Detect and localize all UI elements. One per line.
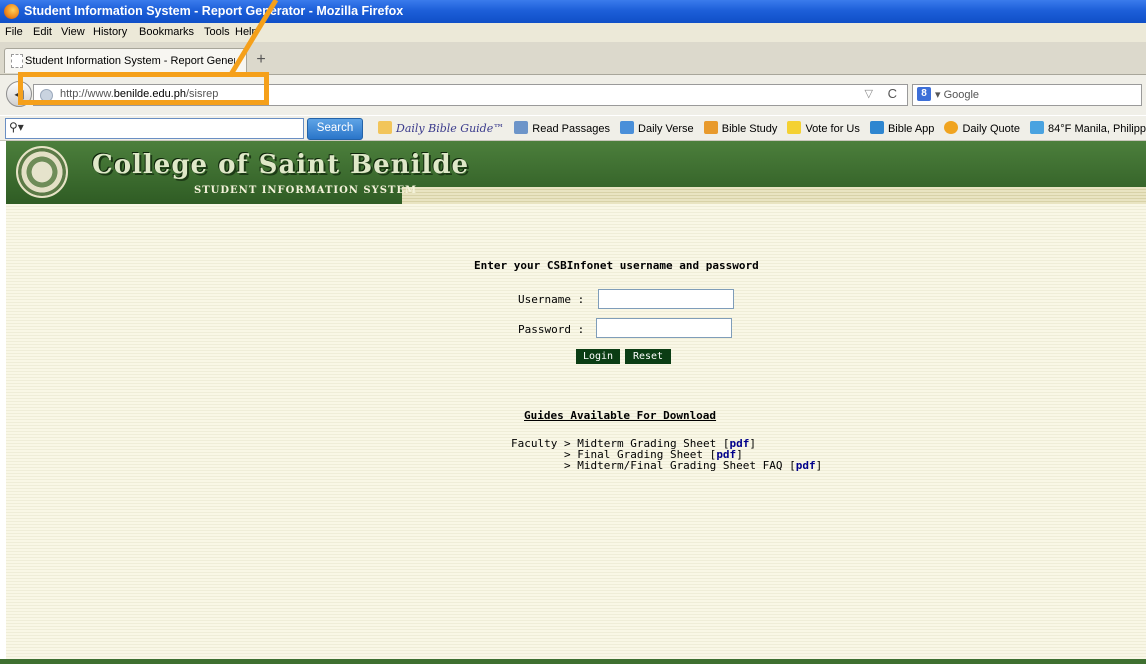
- bookmark-daily-bible-guide[interactable]: Daily Bible Guide™: [378, 121, 504, 135]
- page-footer-bar: [0, 659, 1146, 664]
- college-banner: College of Saint Benilde Student Informa…: [6, 141, 1146, 204]
- menu-file[interactable]: File: [5, 26, 23, 38]
- new-tab-button[interactable]: +: [250, 50, 272, 70]
- menu-bar: File Edit View History Bookmarks Tools H…: [0, 23, 1146, 42]
- system-subtitle: Student Information System: [194, 185, 418, 196]
- search-icon: ⚲▾: [9, 120, 24, 134]
- menu-help[interactable]: Help: [235, 26, 258, 38]
- search-engine-box[interactable]: 8 ▾ Google: [912, 84, 1142, 106]
- window-titlebar: Student Information System - Report Gene…: [0, 0, 1146, 23]
- bookmark-vote-for-us[interactable]: Vote for Us: [787, 121, 860, 135]
- reload-icon[interactable]: C: [888, 86, 897, 101]
- url-dropdown-icon[interactable]: ▽: [865, 87, 873, 100]
- bookmark-list: Daily Bible Guide™ Read Passages Daily V…: [378, 121, 1146, 135]
- menu-bookmarks[interactable]: Bookmarks: [139, 26, 194, 38]
- bookmark-weather[interactable]: 84°F Manila, Philippines: [1030, 121, 1146, 135]
- search-button[interactable]: Search: [307, 118, 363, 140]
- reset-button[interactable]: Reset: [625, 349, 671, 364]
- bookmark-bible-study[interactable]: Bible Study: [703, 121, 777, 135]
- toolbar-search-input[interactable]: ⚲▾: [5, 118, 304, 139]
- password-label: Password :: [518, 323, 585, 336]
- login-button[interactable]: Login: [576, 349, 620, 364]
- url-highlight-box: [18, 72, 269, 105]
- tab-label: Student Information System - Report Gene…: [25, 55, 235, 67]
- banner-stripe: [402, 187, 1146, 204]
- username-label: Username :: [518, 293, 585, 306]
- star-icon: [787, 121, 802, 134]
- calendar-icon: [620, 121, 635, 134]
- password-input[interactable]: [596, 318, 732, 338]
- faq-pdf-link[interactable]: pdf: [796, 459, 816, 472]
- google-icon[interactable]: 8: [917, 87, 931, 101]
- tab-bar: Student Information System - Report Gene…: [0, 42, 1146, 75]
- guides-heading: Guides Available For Download: [524, 409, 717, 422]
- bookmark-daily-quote[interactable]: Daily Quote: [944, 121, 1020, 135]
- search-engine-label: ▾ Google: [935, 89, 980, 101]
- browser-tab[interactable]: Student Information System - Report Gene…: [4, 48, 247, 73]
- page-content: College of Saint Benilde Student Informa…: [6, 141, 1146, 664]
- bible-icon: [703, 121, 718, 134]
- menu-edit[interactable]: Edit: [33, 26, 52, 38]
- bookmarks-toolbar: ⚲▾ Search Daily Bible Guide™ Read Passag…: [0, 116, 1146, 141]
- bookmark-bible-app[interactable]: Bible App: [869, 121, 934, 135]
- bookmark-daily-verse[interactable]: Daily Verse: [620, 121, 694, 135]
- college-name: College of Saint Benilde: [92, 150, 470, 180]
- bookmark-read-passages[interactable]: Read Passages: [514, 121, 610, 135]
- menu-history[interactable]: History: [93, 26, 127, 38]
- weather-icon: [1030, 121, 1045, 134]
- menu-view[interactable]: View: [61, 26, 85, 38]
- username-input[interactable]: [598, 289, 734, 309]
- menu-tools[interactable]: Tools: [204, 26, 230, 38]
- app-icon: [869, 121, 884, 134]
- login-prompt: Enter your CSBInfonet username and passw…: [474, 259, 759, 272]
- book-icon: [514, 121, 529, 134]
- dove-icon: [378, 121, 392, 134]
- firefox-icon: [4, 4, 19, 19]
- speech-bubble-icon: [944, 121, 959, 134]
- page-icon: [11, 54, 23, 68]
- guide-line-faq: > Midterm/Final Grading Sheet FAQ [pdf]: [511, 459, 823, 472]
- window-title: Student Information System - Report Gene…: [24, 4, 404, 18]
- college-seal-logo: [16, 146, 68, 198]
